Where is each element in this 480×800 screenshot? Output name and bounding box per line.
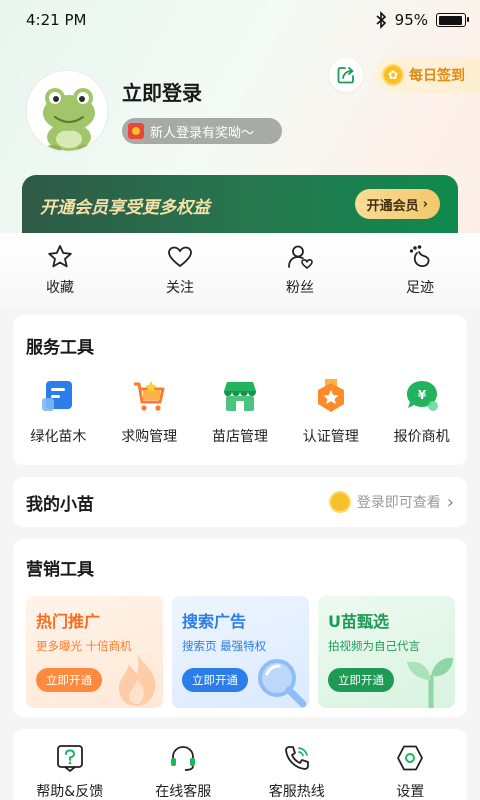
service-certification-label: 认证管理 [302, 429, 359, 445]
marketing-tools-card: 营销工具 热门推广 更多曝光 十倍商机 立即开通 搜索广告 搜索页 最强特权 立… [13, 539, 467, 717]
service-hotline[interactable]: 客服热线 [247, 743, 347, 800]
quick-following[interactable]: 关注 [140, 243, 220, 297]
sprout-icon [407, 657, 453, 708]
open-vip-label: 开通会员 [366, 198, 419, 214]
frog-avatar-icon [27, 71, 107, 151]
marketing-search-ads-title: 搜索广告 [182, 612, 247, 631]
help-feedback[interactable]: 帮助&反馈 [20, 743, 120, 800]
service-quotes[interactable]: ¥ 报价商机 [376, 378, 467, 446]
marketing-tools-title: 营销工具 [26, 560, 94, 580]
status-time: 4:21 PM [26, 11, 87, 29]
help-icon [56, 745, 83, 773]
certification-badge-icon [317, 379, 344, 412]
svg-text:¥: ¥ [417, 388, 426, 402]
marketing-hot-promotion-title: 热门推广 [36, 612, 101, 631]
service-store-management-label: 苗店管理 [211, 429, 268, 445]
service-quotes-label: 报价商机 [393, 429, 450, 445]
settings-label: 设置 [396, 784, 425, 800]
battery-icon [436, 13, 469, 27]
fans-icon [288, 245, 313, 270]
coin-icon: ✿ [382, 64, 404, 86]
marketing-u-selection-button[interactable]: 立即开通 [328, 668, 394, 692]
flame-icon [119, 654, 156, 706]
service-tools-card: 服务工具 绿化苗木 求购管理 苗店管理 认证管理 ¥ 报价商机 [13, 315, 467, 465]
status-bar: 4:21 PM 95% [0, 0, 480, 40]
quick-footprints[interactable]: 足迹 [380, 243, 460, 297]
service-certification[interactable]: 认证管理 [285, 378, 376, 446]
battery-percent: 95% [394, 11, 428, 29]
avatar[interactable] [25, 69, 109, 153]
my-sprout-row[interactable]: 我的小苗 登录即可查看 › [13, 477, 467, 527]
my-sprout-hint: 登录即可查看 › [328, 491, 454, 513]
service-hotline-label: 客服热线 [268, 784, 325, 800]
online-service-label: 在线客服 [155, 784, 212, 800]
chevron-right-icon: › [446, 491, 454, 513]
share-button[interactable] [329, 58, 363, 92]
newbie-reward-text: 新人登录有奖呦～ [150, 125, 255, 141]
quick-following-label: 关注 [166, 280, 194, 296]
service-purchase-management-label: 求购管理 [121, 429, 178, 445]
marketing-hot-promotion-button[interactable]: 立即开通 [36, 668, 102, 692]
quick-footprints-label: 足迹 [406, 280, 434, 296]
quick-favorites-label: 收藏 [46, 280, 74, 296]
marketing-hot-promotion[interactable]: 热门推广 更多曝光 十倍商机 立即开通 [26, 596, 163, 708]
service-store-management[interactable]: 苗店管理 [195, 378, 286, 446]
heart-icon [168, 246, 192, 268]
chevron-right-icon: › [422, 196, 428, 212]
nursery-doc-icon [42, 381, 73, 411]
service-nursery-stock-label: 绿化苗木 [30, 429, 87, 445]
headset-icon [171, 746, 196, 771]
marketing-cards-row: 热门推广 更多曝光 十倍商机 立即开通 搜索广告 搜索页 最强特权 立即开通 U… [26, 596, 467, 708]
status-right: 95% [375, 11, 469, 29]
marketing-search-ads-button[interactable]: 立即开通 [182, 668, 248, 692]
magnifier-icon [258, 659, 307, 708]
star-icon [48, 245, 72, 268]
marketing-search-ads[interactable]: 搜索广告 搜索页 最强特权 立即开通 [172, 596, 309, 708]
phone-icon [284, 746, 309, 770]
open-vip-button[interactable]: 开通会员 › [354, 189, 440, 219]
service-tools-row: 绿化苗木 求购管理 苗店管理 认证管理 ¥ 报价商机 [13, 378, 467, 446]
my-sprout-hint-text: 登录即可查看 [356, 495, 441, 511]
service-nursery-stock[interactable]: 绿化苗木 [13, 378, 104, 446]
quick-actions: 收藏 关注 粉丝 足迹 [0, 233, 480, 307]
bottom-tools-card: 帮助&反馈 在线客服 客服热线 设置 [13, 729, 467, 800]
quick-fans-label: 粉丝 [286, 280, 314, 296]
marketing-u-selection-title: U苗甄选 [328, 612, 389, 631]
shopping-cart-icon [134, 381, 165, 411]
red-packet-icon [128, 123, 144, 139]
vip-banner-text: 开通会员享受更多权益 [40, 198, 210, 218]
service-purchase-management[interactable]: 求购管理 [104, 378, 195, 446]
coin-icon [328, 491, 351, 513]
vip-banner[interactable]: 开通会员享受更多权益 开通会员 › [22, 175, 458, 237]
storefront-icon [223, 382, 256, 411]
marketing-search-ads-subtitle: 搜索页 最强特权 [182, 639, 267, 653]
quick-fans[interactable]: 粉丝 [260, 243, 340, 297]
settings-icon [397, 745, 424, 771]
share-icon [337, 67, 354, 84]
marketing-u-selection[interactable]: U苗甄选 拍视频为自己代言 立即开通 [318, 596, 455, 708]
quote-bubble-icon: ¥ [406, 381, 438, 411]
footprint-icon [409, 245, 430, 268]
battery-fill [438, 15, 463, 25]
checkin-label: 每日签到 [409, 68, 465, 84]
settings[interactable]: 设置 [360, 743, 460, 800]
service-tools-title: 服务工具 [26, 338, 94, 358]
my-sprout-title: 我的小苗 [26, 494, 94, 515]
bluetooth-icon [376, 11, 386, 29]
online-service[interactable]: 在线客服 [133, 743, 233, 800]
daily-checkin-button[interactable]: ✿ 每日签到 [374, 57, 480, 93]
help-feedback-label: 帮助&反馈 [36, 784, 104, 800]
login-link[interactable]: 立即登录 [122, 77, 202, 106]
quick-favorites[interactable]: 收藏 [20, 243, 100, 297]
newbie-reward-badge[interactable]: 新人登录有奖呦～ [122, 118, 282, 144]
